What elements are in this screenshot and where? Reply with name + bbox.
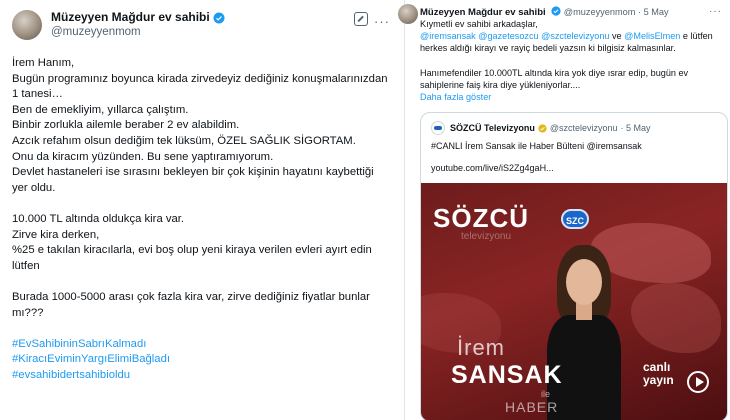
- text-line: Binbir zorlukla ailemle beraber 2 ev ala…: [12, 119, 240, 132]
- text-line: %25 e takılan kiracılarla, evi boş olup …: [12, 244, 372, 272]
- szc-logo-icon: [431, 121, 445, 135]
- text-line: Ben de emekliyim, yıllarca çalıştım.: [12, 103, 189, 116]
- text-line: Devlet hastaneleri ise sırasını bekleyen…: [12, 166, 374, 194]
- text-line: Kıymetli ev sahibi arkadaşlar,: [420, 19, 538, 29]
- more-options-icon[interactable]: ···: [374, 14, 390, 29]
- brand-subtitle: televizyonu: [461, 231, 512, 242]
- mention-link[interactable]: @gazetesozcu: [478, 31, 538, 41]
- mention-link[interactable]: @MelisElmen: [624, 31, 680, 41]
- text-line: Burada 1000-5000 arası çok fazla kira va…: [12, 290, 370, 319]
- author-name[interactable]: Müzeyyen Mağdur ev sahibi: [51, 10, 210, 25]
- mention-link[interactable]: @iremsansak: [420, 31, 476, 41]
- text-line: Bugün programınız boyunca kirada zirvede…: [12, 72, 388, 101]
- text-line: Zirve kira derken,: [12, 228, 100, 241]
- quoted-tweet-card[interactable]: SÖZCÜ Televizyonu @szctelevizyonu · 5 Ma…: [420, 112, 728, 420]
- haber-text: HABER: [505, 399, 559, 415]
- tweet-text: Kıymetli ev sahibi arkadaşlar, @iremsans…: [420, 18, 720, 103]
- verified-gold-badge-icon: [538, 123, 547, 133]
- more-options-icon[interactable]: ···: [709, 6, 722, 17]
- presenter-first-name: İrem: [457, 335, 505, 360]
- ile-text: ile: [541, 389, 551, 399]
- hashtag-link[interactable]: #KiracıEviminYargıElimiBağladı: [12, 352, 392, 368]
- szc-logo: SZC: [561, 209, 589, 229]
- hashtag-link[interactable]: #EvSahibininSabrıKalmadı: [12, 337, 392, 353]
- hashtag-link[interactable]: #evsahibidertsahibioldu: [12, 368, 392, 384]
- author-handle[interactable]: @muzeyyenmom: [564, 7, 636, 17]
- quoted-link[interactable]: youtube.com/live/iS2Zg4gaH...: [431, 163, 554, 173]
- sozcu-brand: SÖZCÜ: [433, 203, 529, 233]
- grok-icon[interactable]: [354, 12, 368, 26]
- verified-badge-icon: [551, 6, 561, 16]
- quoted-author-handle[interactable]: @szctelevizyonu: [550, 123, 618, 133]
- presenter-last-name: SANSAK: [451, 361, 563, 389]
- quoted-header: SÖZCÜ Televizyonu @szctelevizyonu · 5 Ma…: [431, 121, 651, 135]
- presenter-image: [539, 245, 629, 420]
- tweet-date[interactable]: · 5 May: [638, 7, 669, 17]
- play-icon[interactable]: [687, 371, 709, 393]
- live-label: canlı yayın: [643, 360, 674, 387]
- verified-badge-icon: [213, 12, 225, 23]
- quoted-text: #CANLI İrem Sansak ile Haber Bülteni @ir…: [431, 141, 642, 151]
- text-line: İrem Hanım,: [12, 57, 75, 69]
- avatar[interactable]: [12, 10, 42, 40]
- show-more-link[interactable]: Daha fazla göster: [420, 91, 720, 103]
- avatar[interactable]: [398, 4, 418, 24]
- text-line: Onu da kiracım yüzünden. Bu sene yaptıra…: [12, 150, 274, 163]
- text-line: 10.000 TL altında oldukça kira var.: [12, 212, 185, 225]
- text-line: @iremsansak @gazetesozcu @szctelevizyonu…: [420, 30, 720, 54]
- video-thumbnail[interactable]: SÖZCÜ televizyonu SZC İrem SANSAK ile HA…: [421, 183, 727, 420]
- author-name[interactable]: Müzeyyen Mağdur ev sahibi: [420, 7, 546, 18]
- right-tweet: Müzeyyen Mağdur ev sahibi @muzeyyenmom ·…: [398, 0, 730, 420]
- tweet-text: İrem Hanım, Bugün programınız boyunca ki…: [12, 56, 392, 383]
- text-line: Hanımefendiler 10.000TL altında kira yok…: [420, 67, 689, 90]
- mention-link[interactable]: @szctelevizyonu: [541, 31, 609, 41]
- text-fragment: ve: [612, 31, 622, 42]
- quoted-author-name[interactable]: SÖZCÜ Televizyonu: [450, 123, 535, 133]
- left-tweet: Müzeyyen Mağdur ev sahibi @muzeyyenmom ·…: [0, 0, 405, 420]
- tweet-header: Müzeyyen Mağdur ev sahibi @muzeyyenmom: [12, 10, 392, 40]
- author-handle[interactable]: @muzeyyenmom: [51, 25, 225, 39]
- text-line: Azcık refahım olsun dediğim tek lüksüm, …: [12, 134, 356, 147]
- quoted-date: · 5 May: [620, 123, 651, 133]
